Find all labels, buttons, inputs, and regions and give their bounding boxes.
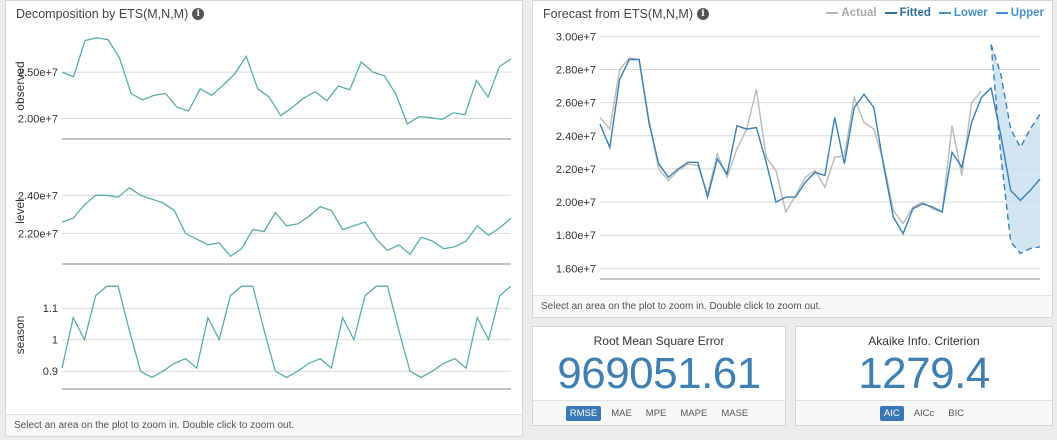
decomposition-title-text: Decomposition by ETS(M,N,M)	[16, 7, 189, 21]
aic-card: Akaike Info. Criterion 1279.4 AIC AICc B…	[795, 326, 1053, 426]
tab-aic[interactable]: AIC	[879, 405, 904, 421]
rmse-value: 969051.61	[557, 349, 761, 398]
tab-rmse[interactable]: RMSE	[565, 405, 602, 421]
y-tick-label: 1.1	[43, 303, 58, 315]
tab-mase[interactable]: MASE	[717, 406, 752, 421]
legend-fitted-label: Fitted	[899, 7, 931, 19]
pane-axis-label: level	[13, 199, 27, 224]
series-line-level	[61, 186, 512, 258]
series-line-actual	[599, 57, 982, 225]
rmse-card: Root Mean Square Error 969051.61 RMSE MA…	[532, 326, 786, 426]
y-tick-label: 1.60e+7	[556, 263, 596, 275]
pane-axis-label: season	[13, 316, 27, 355]
y-tick-label: 1	[52, 335, 58, 347]
y-tick-label: 2.80e+7	[556, 64, 596, 76]
y-tick-label: 0.9	[43, 366, 58, 378]
legend-upper[interactable]: Upper	[995, 7, 1044, 19]
y-tick-label: 2.60e+7	[556, 98, 596, 110]
legend-actual-label: Actual	[841, 7, 877, 19]
y-tick-label: 1.80e+7	[556, 230, 596, 242]
forecast-panel: Forecast from ETS(M,N,M) i Actual Fitted…	[532, 0, 1053, 318]
aic-value: 1279.4	[858, 349, 990, 398]
decomposition-panel: Decomposition by ETS(M,N,M) i 2.50e+7 2.0…	[5, 0, 523, 437]
tab-mae[interactable]: MAE	[607, 406, 636, 421]
info-icon[interactable]: i	[697, 8, 710, 20]
aic-tabs: AIC AICc BIC	[796, 400, 1052, 425]
y-tick-label: 2.20e+7	[18, 228, 58, 240]
series-line-season	[61, 285, 512, 379]
aic-title: Akaike Info. Criterion	[868, 334, 980, 348]
y-tick-label: 2.40e+7	[556, 131, 596, 143]
rmse-title: Root Mean Square Error	[593, 334, 725, 348]
y-tick-label: 2.00e+7	[18, 113, 58, 125]
legend-actual[interactable]: Actual	[826, 7, 877, 19]
legend-upper-label: Upper	[1010, 7, 1044, 19]
legend-lower-label: Lower	[953, 7, 988, 19]
legend-fitted[interactable]: Fitted	[884, 7, 931, 19]
decomposition-title: Decomposition by ETS(M,N,M) i	[16, 7, 205, 21]
decomposition-chart[interactable]: 2.50e+72.00e+7observed2.40e+72.20e+7leve…	[6, 25, 522, 415]
forecast-interval-band	[991, 44, 1040, 254]
decomposition-zoom-hint: Select an area on the plot to zoom in. D…	[6, 414, 522, 436]
forecast-zoom-hint: Select an area on the plot to zoom in. D…	[533, 295, 1052, 317]
pane-axis-label: observed	[13, 61, 27, 110]
forecast-title-text: Forecast from ETS(M,N,M)	[543, 7, 694, 21]
tab-mpe[interactable]: MPE	[642, 406, 671, 421]
tab-bic[interactable]: BIC	[944, 406, 968, 421]
forecast-title: Forecast from ETS(M,N,M) i	[543, 7, 710, 21]
legend-lower[interactable]: Lower	[938, 7, 988, 19]
rmse-tabs: RMSE MAE MPE MAPE MASE	[533, 400, 785, 425]
y-tick-label: 2.20e+7	[556, 164, 596, 176]
forecast-legend: Actual Fitted Lower Upper	[826, 7, 1044, 19]
info-icon[interactable]: i	[192, 8, 205, 20]
tab-mape[interactable]: MAPE	[676, 406, 711, 421]
y-tick-label: 2.00e+7	[556, 197, 596, 209]
tab-aicc[interactable]: AICc	[910, 406, 939, 421]
series-line-observed	[61, 37, 512, 125]
y-tick-label: 3.00e+7	[556, 31, 596, 43]
series-line-fitted	[599, 58, 992, 236]
forecast-chart[interactable]: 3.00e+7 2.80e+7 2.60e+7 2.40e+7 2.20e+7 2.00e…	[533, 25, 1052, 297]
